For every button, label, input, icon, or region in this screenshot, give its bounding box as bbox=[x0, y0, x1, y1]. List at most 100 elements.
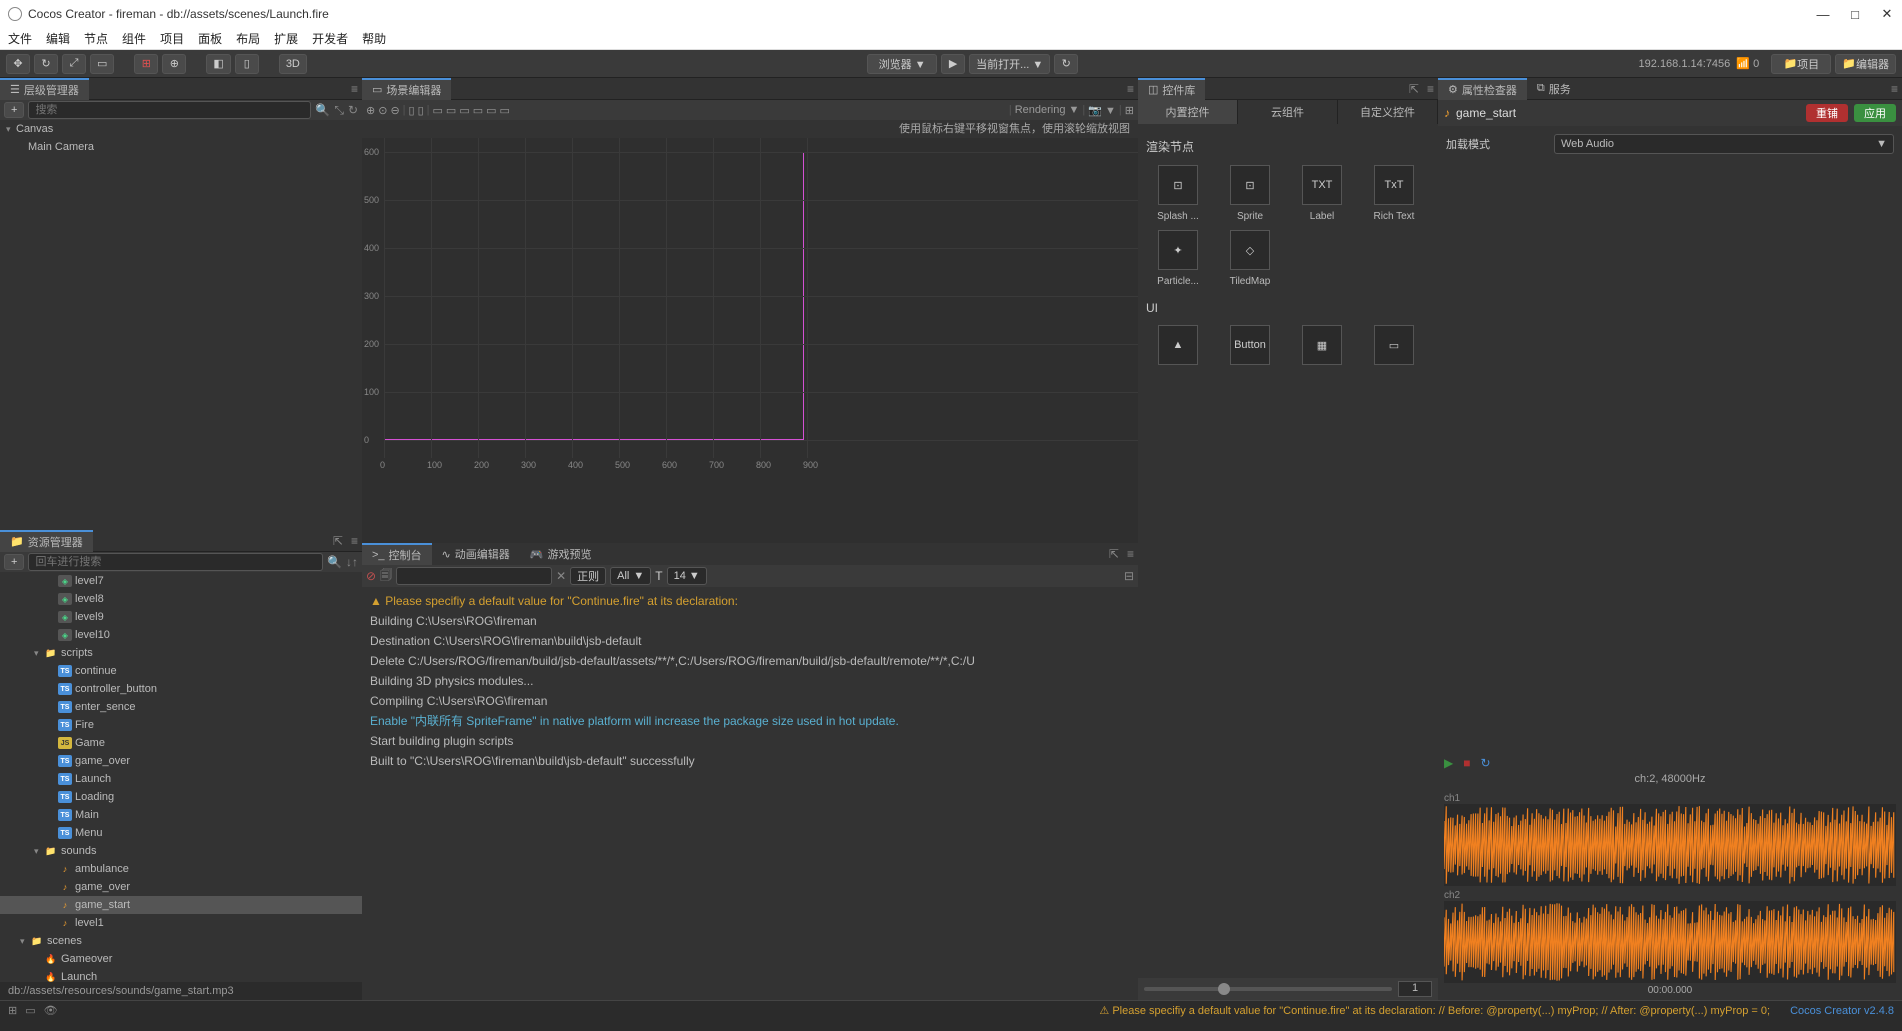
close-button[interactable]: ✕ bbox=[1880, 7, 1894, 21]
tool-rotate-icon[interactable]: ↻ bbox=[34, 54, 58, 74]
panel-menu-icon[interactable]: ≡ bbox=[1423, 82, 1438, 96]
audio-loop-button[interactable]: ↻ bbox=[1480, 756, 1490, 770]
refresh-icon[interactable]: ↻ bbox=[348, 103, 358, 117]
refresh-preview-button[interactable]: ↻ bbox=[1054, 54, 1078, 74]
menu-edit[interactable]: 编辑 bbox=[46, 30, 70, 47]
panel-popout-icon[interactable]: ⇱ bbox=[1105, 547, 1123, 561]
widget-item[interactable]: ◇TiledMap bbox=[1218, 230, 1282, 287]
audio-play-button[interactable]: ▶ bbox=[1444, 756, 1453, 770]
open-editor-button[interactable]: 📁 编辑器 bbox=[1835, 54, 1896, 74]
widget-item[interactable]: TXTLabel bbox=[1290, 165, 1354, 222]
sort-icon[interactable]: ↓↑ bbox=[346, 555, 358, 569]
align-tool-icon[interactable]: ▭ bbox=[473, 104, 483, 117]
hierarchy-tree[interactable]: ▾Canvas Main Camera bbox=[0, 120, 362, 530]
create-node-button[interactable]: + bbox=[4, 102, 24, 118]
tree-item[interactable]: ◈level7 bbox=[0, 572, 362, 590]
panel-menu-icon[interactable]: ≡ bbox=[1123, 547, 1138, 561]
assets-tab[interactable]: 📁资源管理器 bbox=[0, 530, 93, 552]
cloud-widgets-tab[interactable]: 云组件 bbox=[1238, 100, 1338, 124]
services-tab[interactable]: ⧉服务 bbox=[1527, 78, 1581, 100]
panel-menu-icon[interactable]: ≡ bbox=[347, 534, 362, 548]
font-size-select[interactable]: 14 ▼ bbox=[667, 567, 707, 585]
console-tab[interactable]: >_控制台 bbox=[362, 543, 432, 565]
open-log-icon[interactable]: 🗐 bbox=[380, 566, 392, 587]
tree-item[interactable]: TSMain bbox=[0, 806, 362, 824]
status-icon[interactable]: ▭ bbox=[25, 1004, 35, 1017]
widget-item[interactable]: TxTRich Text bbox=[1362, 165, 1426, 222]
scene-editor-tab[interactable]: ▭场景编辑器 bbox=[362, 78, 451, 100]
tree-item[interactable]: TScontroller_button bbox=[0, 680, 362, 698]
regex-toggle[interactable]: 正则 bbox=[570, 567, 606, 585]
tool-scale-icon[interactable]: ⤢ bbox=[62, 54, 86, 74]
tool-move-icon[interactable]: ✥ bbox=[6, 54, 30, 74]
open-project-button[interactable]: 📁 项目 bbox=[1771, 54, 1831, 74]
tree-item[interactable]: TSMenu bbox=[0, 824, 362, 842]
collapse-icon[interactable]: ⤡ bbox=[334, 103, 344, 118]
console-filter-input[interactable] bbox=[396, 567, 552, 585]
menu-extension[interactable]: 扩展 bbox=[274, 30, 298, 47]
assets-tree[interactable]: ◈level7◈level8◈level9◈level10▾📁scriptsTS… bbox=[0, 572, 362, 982]
rendering-select[interactable]: Rendering ▼ bbox=[1015, 104, 1080, 116]
zoom-out-icon[interactable]: ⊖ bbox=[390, 104, 399, 117]
zoom-in-icon[interactable]: ⊕ bbox=[366, 104, 375, 117]
align-center-icon[interactable]: ▯ bbox=[235, 54, 259, 74]
preview-scene-select[interactable]: 当前打开... ▼ bbox=[969, 54, 1050, 74]
console-output[interactable]: ▲ Please specifiy a default value for "C… bbox=[362, 587, 1138, 1000]
menu-panel[interactable]: 面板 bbox=[198, 30, 222, 47]
tool-rect-icon[interactable]: ▭ bbox=[90, 54, 114, 74]
tree-item[interactable]: ▾📁scenes bbox=[0, 932, 362, 950]
tree-item[interactable]: ◈level10 bbox=[0, 626, 362, 644]
tree-item[interactable]: JSGame bbox=[0, 734, 362, 752]
status-icon[interactable]: 👁 bbox=[44, 1004, 58, 1017]
custom-widgets-tab[interactable]: 自定义控件 bbox=[1338, 100, 1438, 124]
align-tool-icon[interactable]: ▭ bbox=[459, 104, 469, 117]
align-tool-icon[interactable]: ▭ bbox=[500, 104, 510, 117]
tree-item[interactable]: ♪game_start bbox=[0, 896, 362, 914]
widget-item[interactable]: ▦ bbox=[1290, 325, 1354, 371]
tree-item[interactable]: TSenter_sence bbox=[0, 698, 362, 716]
align-tool-icon[interactable]: ▯ bbox=[418, 104, 424, 117]
widget-item[interactable]: ✦Particle... bbox=[1146, 230, 1210, 287]
apply-button[interactable]: 应用 bbox=[1854, 104, 1896, 122]
widgets-tab[interactable]: ◫控件库 bbox=[1138, 78, 1205, 100]
zoom-slider[interactable] bbox=[1144, 987, 1392, 991]
align-left-icon[interactable]: ◧ bbox=[206, 54, 230, 74]
menu-node[interactable]: 节点 bbox=[84, 30, 108, 47]
animation-tab[interactable]: ∿动画编辑器 bbox=[432, 543, 520, 565]
menu-developer[interactable]: 开发者 bbox=[312, 30, 348, 47]
panel-menu-icon[interactable]: ≡ bbox=[347, 82, 362, 96]
tree-item[interactable]: TSFire bbox=[0, 716, 362, 734]
widget-item[interactable]: ▭ bbox=[1362, 325, 1426, 371]
hierarchy-search-input[interactable] bbox=[28, 101, 311, 119]
inspector-tab[interactable]: ⚙属性检查器 bbox=[1438, 78, 1527, 100]
panel-menu-icon[interactable]: ≡ bbox=[1123, 82, 1138, 96]
widget-item[interactable]: ▲ bbox=[1146, 325, 1210, 371]
reset-button[interactable]: 重铺 bbox=[1806, 104, 1848, 122]
hierarchy-tab[interactable]: ☰层级管理器 bbox=[0, 78, 89, 100]
minimize-button[interactable]: — bbox=[1816, 7, 1830, 21]
panel-menu-icon[interactable]: ≡ bbox=[1887, 82, 1902, 96]
tree-item[interactable]: ▾Canvas bbox=[0, 120, 362, 138]
gizmo-icon[interactable]: ⊞ bbox=[1125, 104, 1134, 117]
widget-item[interactable]: ⊡Sprite bbox=[1218, 165, 1282, 222]
menu-help[interactable]: 帮助 bbox=[362, 30, 386, 47]
panel-popout-icon[interactable]: ⇱ bbox=[1405, 82, 1423, 96]
widget-library[interactable]: 渲染节点 ⊡Splash ...⊡SpriteTXTLabelTxTRich T… bbox=[1138, 124, 1438, 978]
tree-item[interactable]: ◈level9 bbox=[0, 608, 362, 626]
clear-console-icon[interactable]: ⊘ bbox=[366, 569, 376, 583]
align-tool-icon[interactable]: ▭ bbox=[486, 104, 496, 117]
zoom-reset-icon[interactable]: ⊙ bbox=[378, 104, 387, 117]
tree-item[interactable]: Main Camera bbox=[0, 138, 362, 156]
tool-anchor-icon[interactable]: ⊞ bbox=[134, 54, 158, 74]
tree-item[interactable]: 🔥Gameover bbox=[0, 950, 362, 968]
align-tool-icon[interactable]: ▯ bbox=[409, 104, 415, 117]
widget-item[interactable]: Button bbox=[1218, 325, 1282, 371]
zoom-value[interactable]: 1 bbox=[1398, 981, 1432, 997]
align-tool-icon[interactable]: ▭ bbox=[446, 104, 456, 117]
tree-item[interactable]: TSgame_over bbox=[0, 752, 362, 770]
game-preview-tab[interactable]: 🎮游戏预览 bbox=[520, 543, 602, 565]
menu-layout[interactable]: 布局 bbox=[236, 30, 260, 47]
builtin-widgets-tab[interactable]: 内置控件 bbox=[1138, 100, 1238, 124]
mode-3d-button[interactable]: 3D bbox=[279, 54, 307, 74]
menu-component[interactable]: 组件 bbox=[122, 30, 146, 47]
